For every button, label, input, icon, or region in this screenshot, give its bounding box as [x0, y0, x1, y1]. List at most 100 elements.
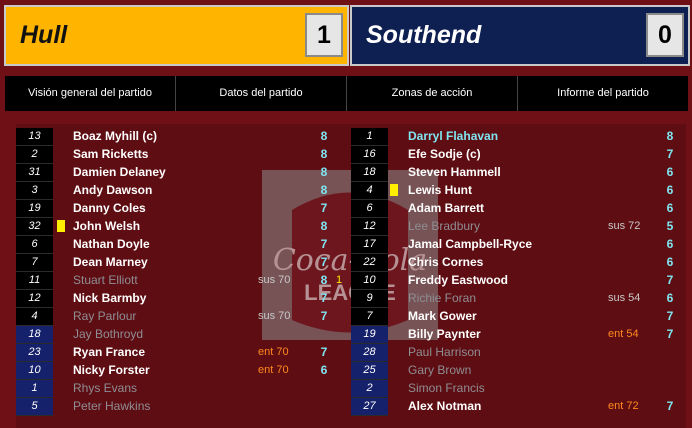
home-player-row[interactable]: 11 Stuart Elliott sus 70 8 1 [16, 272, 342, 290]
player-name[interactable]: Adam Barrett [408, 200, 484, 217]
player-name[interactable]: Boaz Myhill (c) [73, 128, 157, 145]
goal-count: 1 [336, 274, 343, 286]
home-player-row[interactable]: 6 Nathan Doyle 7 [16, 236, 338, 254]
away-player-row[interactable]: 18 Steven Hammell 6 [351, 164, 686, 182]
player-rating: 7 [320, 291, 328, 305]
player-name[interactable]: Efe Sodje (c) [408, 146, 481, 163]
home-player-row[interactable]: 13 Boaz Myhill (c) 8 [16, 128, 338, 146]
home-player-row[interactable]: 4 Ray Parlour sus 70 7 [16, 308, 338, 326]
player-number: 22 [351, 254, 388, 272]
player-number: 3 [16, 182, 53, 200]
away-player-row[interactable]: 2 Simon Francis [351, 380, 686, 398]
yellow-card-icon [390, 184, 398, 196]
player-number: 32 [16, 218, 53, 236]
player-name[interactable]: Rhys Evans [73, 380, 137, 397]
player-name[interactable]: John Welsh [73, 218, 140, 235]
player-name[interactable]: Danny Coles [73, 200, 146, 217]
player-number: 10 [16, 362, 53, 380]
tab-match-overview[interactable]: Visión general del partido [5, 76, 175, 111]
player-name[interactable]: Paul Harrison [408, 344, 481, 361]
home-player-row[interactable]: 10 Nicky Forster ent 70 6 [16, 362, 338, 380]
player-name[interactable]: Chris Cornes [408, 254, 483, 271]
player-rating: 8 [320, 129, 328, 143]
away-player-row[interactable]: 7 Mark Gower 7 [351, 308, 686, 326]
tab-match-stats[interactable]: Datos del partido [175, 76, 346, 111]
away-player-row[interactable]: 28 Paul Harrison [351, 344, 686, 362]
player-rating: 6 [666, 237, 674, 251]
away-player-row[interactable]: 1 Darryl Flahavan 8 [351, 128, 686, 146]
home-team-bar: Hull 1 [4, 5, 349, 66]
tab-match-report[interactable]: Informe del partido [517, 76, 688, 111]
away-player-row[interactable]: 10 Freddy Eastwood 7 [351, 272, 686, 290]
player-rating: 7 [320, 309, 328, 323]
match-tabs: Visión general del partido Datos del par… [5, 76, 688, 111]
player-rating: 6 [320, 363, 328, 377]
away-player-row[interactable]: 4 Lewis Hunt 6 [351, 182, 686, 200]
away-player-row[interactable]: 25 Gary Brown [351, 362, 686, 380]
away-player-row[interactable]: 27 Alex Notman ent 72 7 [351, 398, 686, 416]
player-name[interactable]: Jamal Campbell-Ryce [408, 236, 532, 253]
player-name[interactable]: Gary Brown [408, 362, 471, 379]
home-player-row[interactable]: 32 John Welsh 8 [16, 218, 338, 236]
home-player-row[interactable]: 23 Ryan France ent 70 7 [16, 344, 338, 362]
player-name[interactable]: Sam Ricketts [73, 146, 148, 163]
player-name[interactable]: Freddy Eastwood [408, 272, 508, 289]
player-name[interactable]: Lewis Hunt [408, 182, 472, 199]
player-name[interactable]: Stuart Elliott [73, 272, 138, 289]
player-name[interactable]: Jay Bothroyd [73, 326, 143, 343]
home-player-row[interactable]: 7 Dean Marney 7 [16, 254, 338, 272]
player-rating: 5 [666, 219, 674, 233]
player-rating: 7 [320, 201, 328, 215]
player-name[interactable]: Damien Delaney [73, 164, 166, 181]
tab-action-zones[interactable]: Zonas de acción [346, 76, 517, 111]
player-rating: 7 [320, 237, 328, 251]
home-player-row[interactable]: 19 Danny Coles 7 [16, 200, 338, 218]
player-name[interactable]: Billy Paynter [408, 326, 481, 343]
home-player-row[interactable]: 2 Sam Ricketts 8 [16, 146, 338, 164]
player-name[interactable]: Nathan Doyle [73, 236, 150, 253]
player-name[interactable]: Dean Marney [73, 254, 148, 271]
player-rating: 7 [666, 327, 674, 341]
player-name[interactable]: Nicky Forster [73, 362, 150, 379]
player-name[interactable]: Lee Bradbury [408, 218, 480, 235]
player-name[interactable]: Ray Parlour [73, 308, 136, 325]
away-player-row[interactable]: 16 Efe Sodje (c) 7 [351, 146, 686, 164]
substitution-minute: sus 70 [258, 310, 291, 322]
player-number: 23 [16, 344, 53, 362]
home-player-row[interactable]: 3 Andy Dawson 8 [16, 182, 338, 200]
substitution-minute: sus 72 [608, 220, 641, 232]
player-name[interactable]: Mark Gower [408, 308, 477, 325]
player-name[interactable]: Peter Hawkins [73, 398, 150, 415]
player-number: 7 [351, 308, 388, 326]
player-number: 10 [351, 272, 388, 290]
player-name[interactable]: Alex Notman [408, 398, 481, 415]
away-player-row[interactable]: 17 Jamal Campbell-Ryce 6 [351, 236, 686, 254]
player-number: 1 [351, 128, 388, 146]
home-player-row[interactable]: 18 Jay Bothroyd [16, 326, 338, 344]
home-player-row[interactable]: 1 Rhys Evans [16, 380, 338, 398]
player-name[interactable]: Nick Barmby [73, 290, 146, 307]
player-number: 4 [16, 308, 53, 326]
away-player-row[interactable]: 19 Billy Paynter ent 54 7 [351, 326, 686, 344]
player-name[interactable]: Ryan France [73, 344, 145, 361]
player-name[interactable]: Simon Francis [408, 380, 485, 397]
home-player-row[interactable]: 5 Peter Hawkins [16, 398, 338, 416]
home-player-row[interactable]: 12 Nick Barmby 7 [16, 290, 338, 308]
player-rating: 6 [666, 165, 674, 179]
away-player-row[interactable]: 6 Adam Barrett 6 [351, 200, 686, 218]
lineups-panel: Coca-Cola LEAGUE 13 Boaz Myhill (c) 8 2 Sam … [16, 124, 686, 428]
player-rating: 6 [666, 291, 674, 305]
player-name[interactable]: Richie Foran [408, 290, 476, 307]
away-score: 0 [646, 13, 684, 57]
player-number: 13 [16, 128, 53, 146]
home-player-row[interactable]: 31 Damien Delaney 8 [16, 164, 338, 182]
away-player-row[interactable]: 12 Lee Bradbury sus 72 5 [351, 218, 686, 236]
player-name[interactable]: Andy Dawson [73, 182, 152, 199]
away-player-row[interactable]: 22 Chris Cornes 6 [351, 254, 686, 272]
away-player-row[interactable]: 9 Richie Foran sus 54 6 [351, 290, 686, 308]
player-number: 5 [16, 398, 53, 416]
player-rating: 7 [666, 147, 674, 161]
player-name[interactable]: Darryl Flahavan [408, 128, 498, 145]
player-name[interactable]: Steven Hammell [408, 164, 501, 181]
substitution-minute: sus 54 [608, 292, 641, 304]
